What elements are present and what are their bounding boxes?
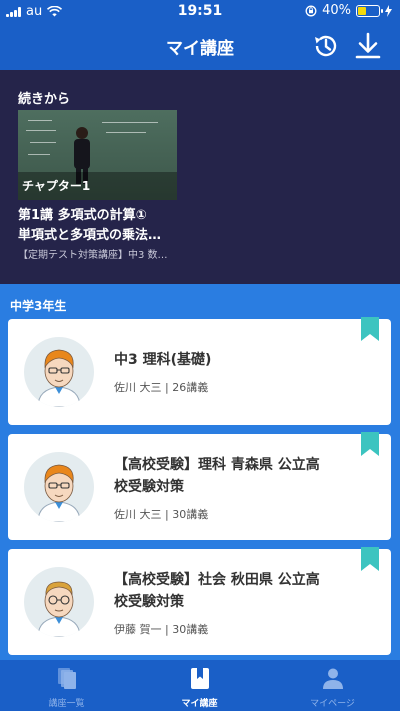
status-bar: au 19:51 40%: [0, 0, 400, 22]
lesson-title-line1: 第1講 多項式の計算①: [18, 208, 147, 223]
teacher-avatar: [24, 452, 94, 522]
course-title-line2: 校受験対策: [114, 594, 184, 610]
course-subtitle: 【定期テスト対策講座】中3 数…: [18, 250, 168, 261]
course-card[interactable]: 【高校受験】理科 青森県 公立高 校受験対策 佐川 大三 | 30講義: [8, 432, 391, 540]
bookmark-ribbon-icon[interactable]: [361, 547, 379, 571]
meta-separator: |: [165, 381, 169, 394]
download-icon: [355, 32, 381, 59]
orientation-lock-icon: [305, 5, 317, 16]
course-title-line1: 【高校受験】社会 秋田県 公立高: [114, 572, 320, 588]
continue-heading: 続きから: [18, 92, 71, 107]
lecture-count: 30講義: [172, 623, 209, 636]
battery-percent: 40%: [322, 3, 351, 18]
course-title: 中3 理科(基礎): [114, 349, 354, 371]
lesson-title[interactable]: 第1講 多項式の計算① 単項式と多項式の乗法…: [18, 206, 188, 246]
teacher-avatar: [24, 567, 94, 637]
history-button[interactable]: [310, 30, 342, 62]
course-list-icon: [57, 668, 76, 689]
course-meta: 佐川 大三 | 30講義: [114, 506, 208, 522]
battery-fill: [358, 6, 366, 15]
course-title-line2: 校受験対策: [114, 479, 184, 495]
teacher-name: 佐川 大三: [114, 381, 162, 394]
grade-label: 中学3年生: [10, 299, 67, 313]
nav-bar: マイ講座: [0, 22, 400, 70]
teacher-name: 佐川 大三: [114, 508, 162, 521]
course-card[interactable]: 【高校受験】社会 秋田県 公立高 校受験対策 伊藤 賀一 | 30講義: [8, 547, 391, 655]
course-card[interactable]: 中3 理科(基礎) 佐川 大三 | 26講義: [8, 317, 391, 425]
person-icon: [322, 668, 343, 689]
course-meta: 佐川 大三 | 26講義: [114, 379, 208, 395]
lecture-count: 30講義: [172, 508, 209, 521]
tab-my-courses[interactable]: マイ講座: [133, 660, 266, 711]
course-meta: 伊藤 賀一 | 30講義: [114, 621, 208, 637]
tab-label: 講座一覧: [48, 699, 85, 709]
battery-icon: [356, 4, 383, 17]
chapter-label: チャプター1: [22, 179, 91, 193]
meta-separator: |: [165, 508, 169, 521]
video-thumbnail[interactable]: チャプター1: [18, 110, 177, 200]
charging-bolt-icon: [385, 4, 392, 17]
status-right: 40%: [305, 3, 392, 18]
bookmark-ribbon-icon[interactable]: [361, 432, 379, 456]
bookmark-book-icon: [190, 668, 209, 689]
course-title-line1: 中3 理科(基礎): [114, 352, 212, 368]
teacher-avatar: [24, 337, 94, 407]
history-clock-icon: [315, 35, 337, 57]
teacher-name: 伊藤 賀一: [114, 623, 162, 636]
course-title: 【高校受験】社会 秋田県 公立高 校受験対策: [114, 569, 354, 613]
bookmark-ribbon-icon[interactable]: [361, 317, 379, 341]
course-title-line1: 【高校受験】理科 青森県 公立高: [114, 457, 320, 473]
tab-my-page[interactable]: マイページ: [266, 660, 399, 711]
lecture-count: 26講義: [172, 381, 209, 394]
meta-separator: |: [165, 623, 169, 636]
tab-label: マイページ: [310, 699, 355, 709]
download-button[interactable]: [352, 30, 384, 62]
continue-section: 続きから チャプター1 第1講 多項式の計算① 単項式と多項式の乗法… 【定期テ…: [0, 70, 400, 284]
course-title: 【高校受験】理科 青森県 公立高 校受験対策: [114, 454, 354, 498]
tab-course-list[interactable]: 講座一覧: [0, 660, 133, 711]
tab-label: マイ講座: [181, 699, 218, 709]
tab-bar: 講座一覧 マイ講座 マイページ: [0, 660, 400, 711]
lesson-title-line2: 単項式と多項式の乗法…: [18, 228, 162, 243]
